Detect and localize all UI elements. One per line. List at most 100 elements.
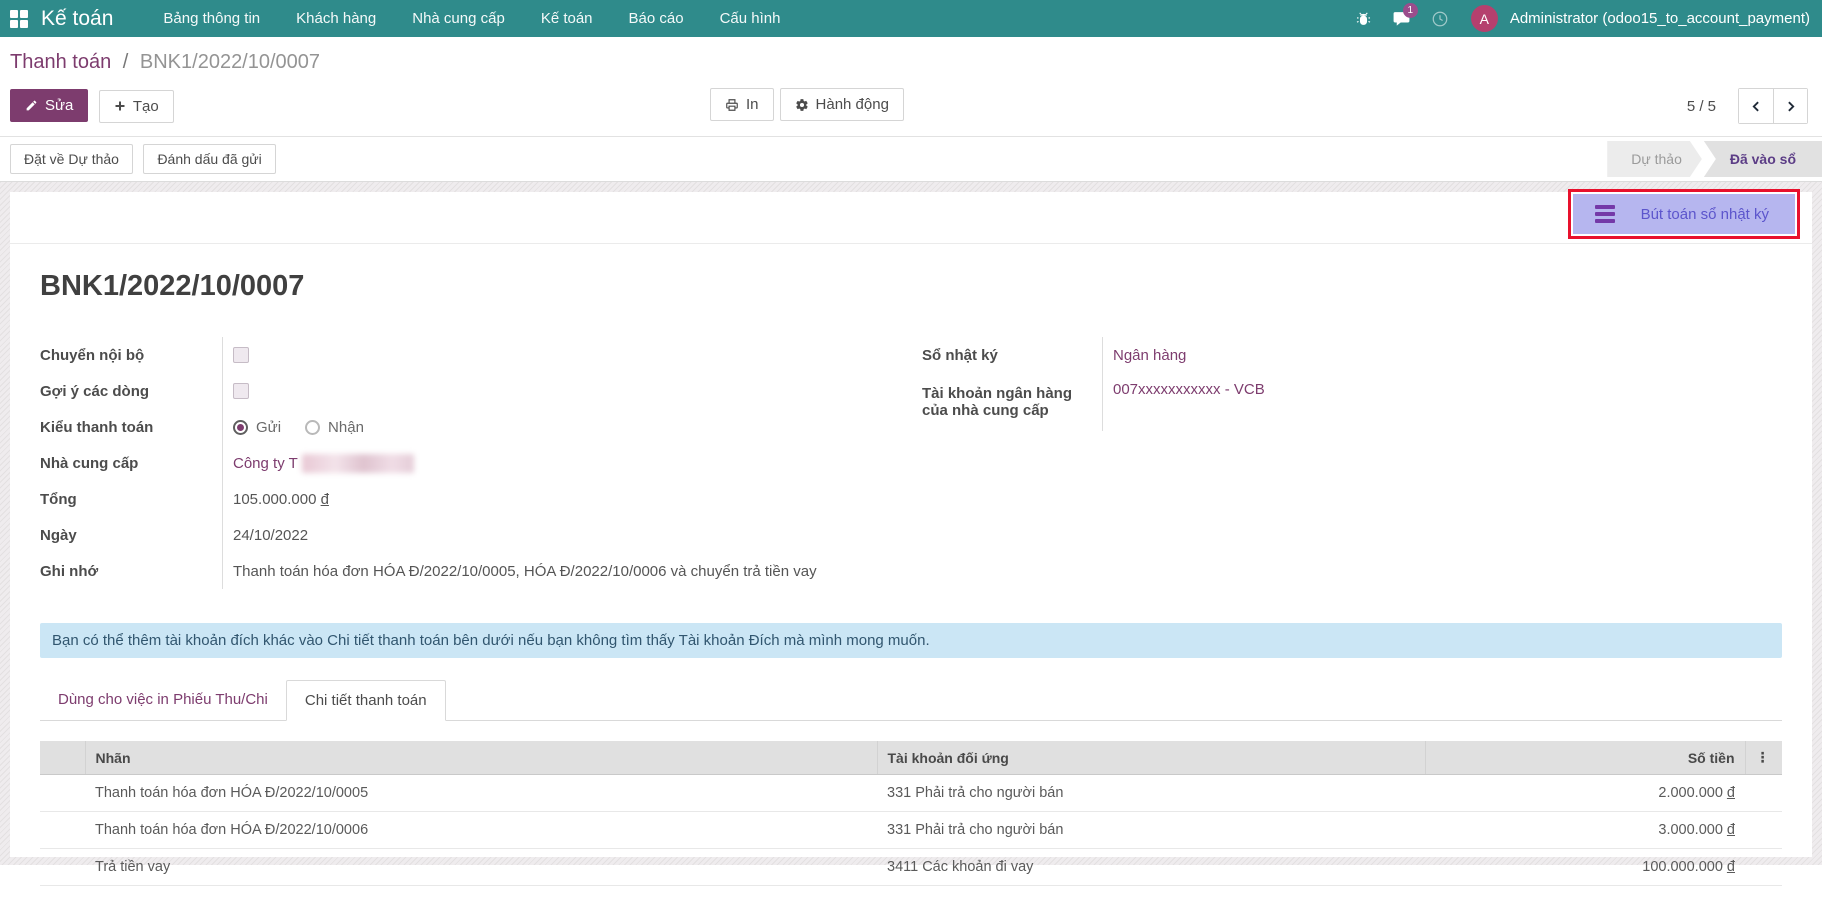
activities-clock-icon[interactable] (1423, 0, 1457, 37)
pencil-icon (25, 99, 38, 112)
print-button[interactable]: In (710, 88, 774, 121)
internal-transfer-checkbox[interactable] (233, 347, 249, 363)
breadcrumb-current: BNK1/2022/10/0007 (140, 51, 320, 73)
user-avatar[interactable]: A (1471, 5, 1498, 32)
apps-menu-icon[interactable] (10, 10, 27, 27)
radio-selected-icon (233, 420, 248, 435)
state-posted-active: Đã vào sổ (1704, 141, 1822, 177)
debug-bug-icon[interactable] (1347, 0, 1381, 37)
radio-unselected-icon (305, 420, 320, 435)
row-handle[interactable] (40, 812, 85, 849)
field-payment-type: Kiểu thanh toán Gửi Nhận (40, 409, 922, 445)
reset-to-draft-button[interactable]: Đặt về Dự thảo (10, 144, 133, 174)
breadcrumb-payments-link[interactable]: Thanh toán (10, 51, 111, 73)
row-account[interactable]: 331 Phải trả cho người bán (877, 812, 1425, 849)
tab-voucher-printing[interactable]: Dùng cho việc in Phiếu Thu/Chi (40, 680, 286, 720)
pager-previous-button[interactable] (1739, 89, 1773, 123)
main-menu: Bảng thông tin Khách hàng Nhà cung cấp K… (149, 1, 1346, 36)
statusbar-states: Dự thảo Đã vào sổ (1607, 141, 1822, 177)
form-sheet: Bút toán sổ nhật ký BNK1/2022/10/0007 Ch… (10, 192, 1812, 857)
handle-column-header (40, 741, 85, 775)
row-label[interactable]: Trả tiền vay (85, 849, 877, 886)
pager-count: 5 / 5 (1687, 98, 1716, 115)
menu-configuration[interactable]: Cấu hình (706, 1, 795, 36)
suggest-lines-checkbox[interactable] (233, 383, 249, 399)
pager: 5 / 5 (1687, 88, 1808, 124)
messages-count-badge: 1 (1403, 3, 1418, 18)
payment-type-send-option[interactable]: Gửi (233, 419, 281, 436)
row-amount[interactable]: 100.000.000 đ (1425, 849, 1745, 886)
field-memo: Ghi nhớ Thanh toán hóa đơn HÓA Đ/2022/10… (40, 553, 922, 589)
row-account[interactable]: 3411 Các khoản đi vay (877, 849, 1425, 886)
row-handle[interactable] (40, 849, 85, 886)
row-label[interactable]: Thanh toán hóa đơn HÓA Đ/2022/10/0005 (85, 775, 877, 812)
statusbar-row: Đặt về Dự thảo Đánh dấu đã gửi Dự thảo Đ… (0, 136, 1822, 182)
red-highlight-annotation: Bút toán sổ nhật ký (1568, 189, 1800, 239)
vendor-link[interactable]: Công ty T (233, 455, 298, 472)
app-brand[interactable]: Kế toán (41, 7, 113, 31)
gear-icon (795, 98, 809, 112)
plus-icon (114, 100, 126, 112)
menu-dashboard[interactable]: Bảng thông tin (149, 1, 274, 36)
journal-link[interactable]: Ngân hàng (1113, 347, 1186, 364)
field-suggest-lines: Gợi ý các dòng (40, 373, 922, 409)
chevron-right-icon (1784, 100, 1797, 113)
vendor-name-redacted (302, 454, 414, 473)
field-vendor: Nhà cung cấp Công ty T (40, 445, 922, 481)
row-amount[interactable]: 3.000.000 đ (1425, 812, 1745, 849)
top-navbar: Kế toán Bảng thông tin Khách hàng Nhà cu… (0, 0, 1822, 37)
form-view-background: Bút toán sổ nhật ký BNK1/2022/10/0007 Ch… (0, 182, 1822, 865)
user-menu[interactable]: Administrator (odoo15_to_account_payment… (1510, 10, 1810, 27)
payment-lines-table: Nhãn Tài khoản đối ứng Số tiền ⋮ Thanh t… (40, 741, 1782, 886)
edit-button[interactable]: Sửa (10, 89, 88, 122)
table-row[interactable]: Trả tiền vay 3411 Các khoản đi vay 100.0… (40, 849, 1782, 886)
menu-accounting[interactable]: Kế toán (527, 1, 607, 36)
tab-payment-details[interactable]: Chi tiết thanh toán (286, 680, 446, 721)
navbar-systray: 1 A Administrator (odoo15_to_account_pay… (1347, 0, 1810, 37)
table-row[interactable]: Thanh toán hóa đơn HÓA Đ/2022/10/0006 33… (40, 812, 1782, 849)
row-account[interactable]: 331 Phải trả cho người bán (877, 775, 1425, 812)
row-amount[interactable]: 2.000.000 đ (1425, 775, 1745, 812)
label-column-header[interactable]: Nhãn (85, 741, 877, 775)
state-draft[interactable]: Dự thảo (1607, 141, 1702, 177)
action-menu-button[interactable]: Hành động (780, 88, 904, 121)
row-label[interactable]: Thanh toán hóa đơn HÓA Đ/2022/10/0006 (85, 812, 877, 849)
account-column-header[interactable]: Tài khoản đối ứng (877, 741, 1425, 775)
table-row[interactable]: Thanh toán hóa đơn HÓA Đ/2022/10/0005 33… (40, 775, 1782, 812)
field-amount: Tổng 105.000.000 đ (40, 481, 922, 517)
optional-columns-icon[interactable]: ⋮ (1745, 741, 1782, 775)
payment-type-receive-option[interactable]: Nhận (305, 419, 364, 436)
record-buttons: Sửa Tạo (10, 89, 174, 123)
payment-reference-title: BNK1/2022/10/0007 (40, 270, 1782, 303)
menu-vendors[interactable]: Nhà cung cấp (398, 1, 519, 36)
menu-reports[interactable]: Báo cáo (615, 1, 698, 36)
pager-next-button[interactable] (1773, 89, 1807, 123)
field-journal: Sổ nhật ký Ngân hàng (922, 337, 1782, 373)
journal-bars-icon (1595, 205, 1615, 223)
button-box: Bút toán sổ nhật ký (10, 192, 1812, 244)
mark-as-sent-button[interactable]: Đánh dấu đã gửi (143, 144, 275, 174)
field-date: Ngày 24/10/2022 (40, 517, 922, 553)
action-buttons: In Hành động (710, 88, 904, 121)
create-button[interactable]: Tạo (99, 90, 174, 123)
control-panel: Thanh toán / BNK1/2022/10/0007 Sửa Tạo I… (0, 37, 1822, 136)
form-fields: Chuyển nội bộ Gợi ý các dòng Kiểu thanh … (40, 337, 1782, 589)
menu-customers[interactable]: Khách hàng (282, 1, 390, 36)
journal-entries-smart-button[interactable]: Bút toán sổ nhật ký (1573, 194, 1795, 234)
breadcrumb: Thanh toán / BNK1/2022/10/0007 (10, 51, 1812, 74)
amount-column-header[interactable]: Số tiền (1425, 741, 1745, 775)
bank-account-link[interactable]: 007xxxxxxxxxxx - VCB (1113, 381, 1265, 398)
statusbar-actions: Đặt về Dự thảo Đánh dấu đã gửi (10, 144, 276, 174)
row-handle[interactable] (40, 775, 85, 812)
messages-icon[interactable]: 1 (1385, 0, 1419, 37)
field-bank-account: Tài khoản ngân hàng của nhà cung cấp 007… (922, 373, 1782, 431)
printer-icon (725, 98, 739, 112)
chevron-left-icon (1750, 100, 1763, 113)
memo-value: Thanh toán hóa đơn HÓA Đ/2022/10/0005, H… (222, 553, 922, 589)
breadcrumb-separator: / (123, 51, 129, 73)
date-value: 24/10/2022 (222, 517, 922, 553)
table-header-row: Nhãn Tài khoản đối ứng Số tiền ⋮ (40, 741, 1782, 775)
currency-symbol: đ (321, 491, 329, 508)
notebook-tabs: Dùng cho việc in Phiếu Thu/Chi Chi tiết … (40, 680, 1782, 721)
info-banner: Bạn có thể thêm tài khoản đích khác vào … (40, 623, 1782, 658)
